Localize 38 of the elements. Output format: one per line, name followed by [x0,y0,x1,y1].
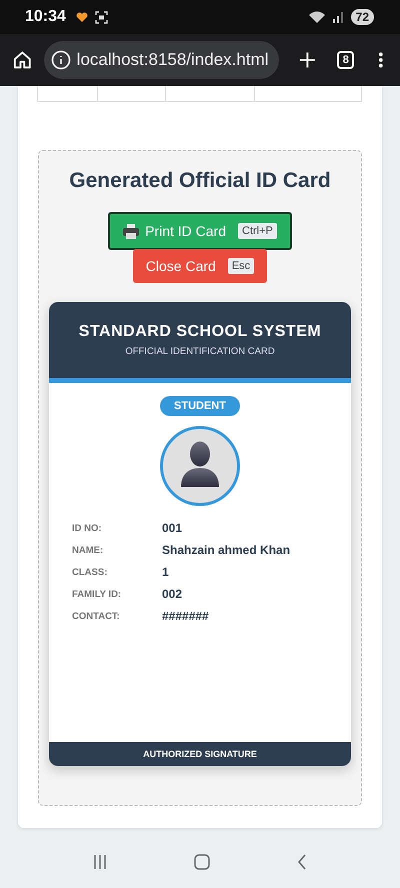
role-badge: STUDENT [160,396,240,416]
print-button[interactable]: Print ID Card Ctrl+P [108,212,292,250]
field-value: Shahzain ahmed Khan [162,542,292,558]
signal-icon [332,11,344,23]
signature-footer: AUTHORIZED SIGNATURE [49,742,351,766]
heart-icon [76,12,88,22]
back-icon[interactable] [296,854,307,870]
plus-icon[interactable] [298,51,316,69]
home-button-icon[interactable] [194,854,210,870]
shortcut-badge: Esc [228,258,254,274]
recent-apps-icon[interactable] [93,854,108,870]
field-label: FAMILY ID: [72,588,122,600]
field-value: 1 [162,564,170,580]
field-label: NAME: [72,544,104,556]
wifi-icon [308,11,325,23]
battery-indicator: 72 [350,9,374,25]
field-value: ####### [162,608,210,624]
table-cell [37,86,98,102]
field-value: 002 [162,586,184,602]
school-name: STANDARD SCHOOL SYSTEM [78,323,322,341]
field-value: 001 [162,520,184,536]
tab-count-button[interactable]: 8 [337,51,354,69]
printer-icon [123,224,140,238]
clock: 10:34 [25,8,66,26]
screenshot-icon [94,10,108,24]
address-bar[interactable]: localhost:8158/index.html [44,41,279,79]
close-button[interactable]: Close Card Esc [132,249,268,283]
section-title: Generated Official ID Card [69,169,331,193]
person-silhouette-icon [179,441,221,487]
more-icon[interactable] [378,51,384,69]
field-label: ID NO: [72,522,103,534]
home-icon[interactable] [13,50,32,70]
info-icon [50,50,71,70]
card-subtitle: OFFICIAL IDENTIFICATION CARD [125,346,275,357]
field-label: CONTACT: [72,610,121,622]
field-label: CLASS: [72,566,108,578]
url-text: localhost:8158/index.html [76,50,269,70]
shortcut-badge: Ctrl+P [238,223,277,239]
